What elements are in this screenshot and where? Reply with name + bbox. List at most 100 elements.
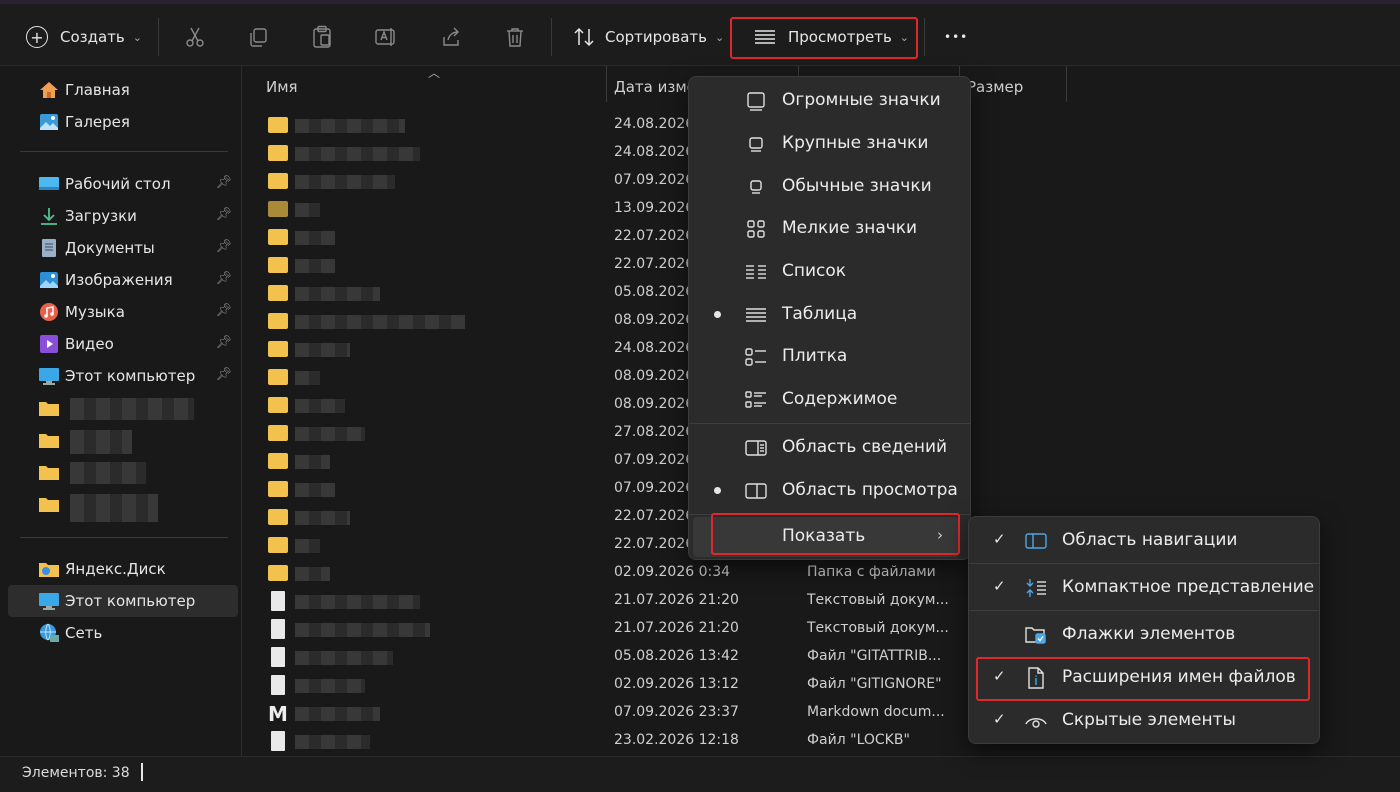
column-header-date[interactable]: Дата изме [614, 78, 696, 96]
navigation-pane: Главная Галерея Рабочий стол 📌︎ Загрузки… [0, 66, 242, 756]
redacted-file-name [295, 455, 330, 469]
menu-separator [689, 423, 970, 424]
sort-button[interactable]: Сортировать ⌄ [572, 14, 724, 60]
paste-button[interactable] [309, 24, 335, 50]
file-type: Файл "LOCKB" [807, 732, 910, 748]
redacted-file-name [295, 399, 345, 413]
redacted-file-name [295, 287, 380, 301]
sidebar-item-documents[interactable]: Документы 📌︎ [8, 232, 238, 264]
menu-item-tiles[interactable]: Плитка [693, 337, 966, 377]
menu-item-navigation-pane[interactable]: ✓ Область навигации [973, 521, 1315, 561]
sidebar-item-downloads[interactable]: Загрузки 📌︎ [8, 200, 238, 232]
sidebar-item-folder[interactable] [8, 488, 238, 522]
small-icons-icon [745, 219, 767, 239]
sidebar-item-folder[interactable] [8, 456, 238, 488]
folder-icon [268, 257, 288, 273]
redacted-file-name [295, 203, 320, 217]
menu-item-details-pane[interactable]: Область сведений [693, 428, 966, 468]
music-icon [40, 303, 58, 321]
clipboard-icon [313, 25, 331, 48]
pin-icon[interactable]: 📌︎ [215, 239, 232, 254]
folder-icon [268, 229, 288, 245]
folder-icon [268, 481, 288, 497]
file-date: 24.08.2026 [614, 144, 695, 160]
share-icon [443, 27, 459, 46]
more-dots-icon: ••• [944, 30, 969, 44]
delete-button[interactable] [502, 24, 528, 50]
folder-icon [268, 173, 288, 189]
sidebar-item-music[interactable]: Музыка 📌︎ [8, 296, 238, 328]
column-header-name[interactable]: Имя [266, 78, 298, 96]
sidebar-item-pictures[interactable]: Изображения 📌︎ [8, 264, 238, 296]
item-checkboxes-icon [1025, 625, 1047, 645]
menu-item-medium-icons[interactable]: Обычные значки [693, 167, 966, 207]
document-icon [271, 731, 285, 751]
command-bar: + Создать ⌄ Сортировать ⌄ Просмотреть ⌄ … [0, 0, 1400, 66]
file-date: 08.09.2026 [614, 312, 695, 328]
menu-item-content[interactable]: Содержимое [693, 380, 966, 420]
menu-item-preview-pane[interactable]: Область просмотра [693, 471, 966, 511]
pin-icon[interactable]: 📌︎ [215, 175, 232, 190]
menu-item-compact-view[interactable]: ✓ Компактное представление [973, 568, 1315, 608]
more-options-button[interactable]: ••• [944, 14, 968, 60]
check-icon: ✓ [993, 530, 1006, 548]
file-date: 05.08.2026 [614, 284, 695, 300]
file-date: 02.09.2026 0:34 [614, 564, 731, 580]
redacted-file-name [295, 735, 370, 749]
tiles-icon [745, 347, 767, 367]
copy-icon [250, 28, 267, 47]
menu-item-extra-large-icons[interactable]: Огромные значки [693, 81, 966, 121]
sidebar-item-this-pc[interactable]: Этот компьютер 📌︎ [8, 360, 238, 392]
redacted-file-name [295, 707, 380, 721]
trash-icon [507, 28, 523, 47]
cut-button[interactable] [182, 24, 208, 50]
sidebar-item-video[interactable]: Видео 📌︎ [8, 328, 238, 360]
menu-item-details[interactable]: Таблица [693, 295, 966, 335]
redacted-file-name [295, 623, 430, 637]
sidebar-item-home[interactable]: Главная [8, 74, 238, 106]
column-header-size[interactable]: Размер [967, 78, 1023, 96]
pin-icon[interactable]: 📌︎ [215, 303, 232, 318]
redacted-file-name [295, 259, 335, 273]
pin-icon[interactable]: 📌︎ [215, 207, 232, 222]
video-icon [40, 335, 58, 353]
sidebar-item-folder[interactable] [8, 392, 238, 424]
rename-button[interactable] [373, 24, 399, 50]
folder-icon [39, 434, 59, 448]
pin-icon[interactable]: 📌︎ [215, 271, 232, 286]
sidebar-item-this-pc-selected[interactable]: Этот компьютер [8, 585, 238, 617]
file-date: 24.08.2026 [614, 340, 695, 356]
pin-icon[interactable]: 📌︎ [215, 335, 232, 350]
sidebar-item-folder[interactable] [8, 424, 238, 456]
redacted-file-name [295, 595, 420, 609]
pin-icon[interactable]: 📌︎ [215, 367, 232, 382]
redacted-folder-name [70, 462, 146, 484]
file-date: 21.07.2026 21:20 [614, 592, 739, 608]
sidebar-item-gallery[interactable]: Галерея [8, 106, 238, 138]
sidebar-item-network[interactable]: Сеть [8, 617, 238, 649]
share-button[interactable] [438, 24, 464, 50]
hidden-items-icon [1025, 711, 1047, 731]
column-separator[interactable] [606, 66, 607, 102]
redacted-folder-name [70, 398, 194, 420]
show-submenu: ✓ Область навигации ✓ Компактное предста… [968, 516, 1320, 744]
sidebar-item-yandex-disk[interactable]: Яндекс.Диск [8, 553, 238, 585]
redacted-folder-name [70, 494, 158, 522]
sidebar-item-desktop[interactable]: Рабочий стол 📌︎ [8, 168, 238, 200]
menu-item-item-checkboxes[interactable]: Флажки элементов [973, 615, 1315, 655]
create-button[interactable]: + Создать ⌄ [26, 14, 142, 60]
column-separator[interactable] [1066, 66, 1067, 102]
menu-item-small-icons[interactable]: Мелкие значки [693, 209, 966, 249]
redacted-file-name [295, 511, 350, 525]
menu-item-hidden-items[interactable]: ✓ Скрытые элементы [973, 701, 1315, 741]
menu-item-large-icons[interactable]: Крупные значки [693, 124, 966, 164]
redacted-file-name [295, 343, 350, 357]
file-date: 22.07.2026 [614, 536, 695, 552]
preview-pane-icon [745, 481, 767, 501]
folder-icon [268, 537, 288, 553]
folder-icon [39, 466, 59, 480]
copy-button[interactable] [245, 24, 271, 50]
check-icon: ✓ [993, 710, 1006, 728]
menu-item-list[interactable]: Список [693, 252, 966, 292]
file-date: 02.09.2026 13:12 [614, 676, 739, 692]
